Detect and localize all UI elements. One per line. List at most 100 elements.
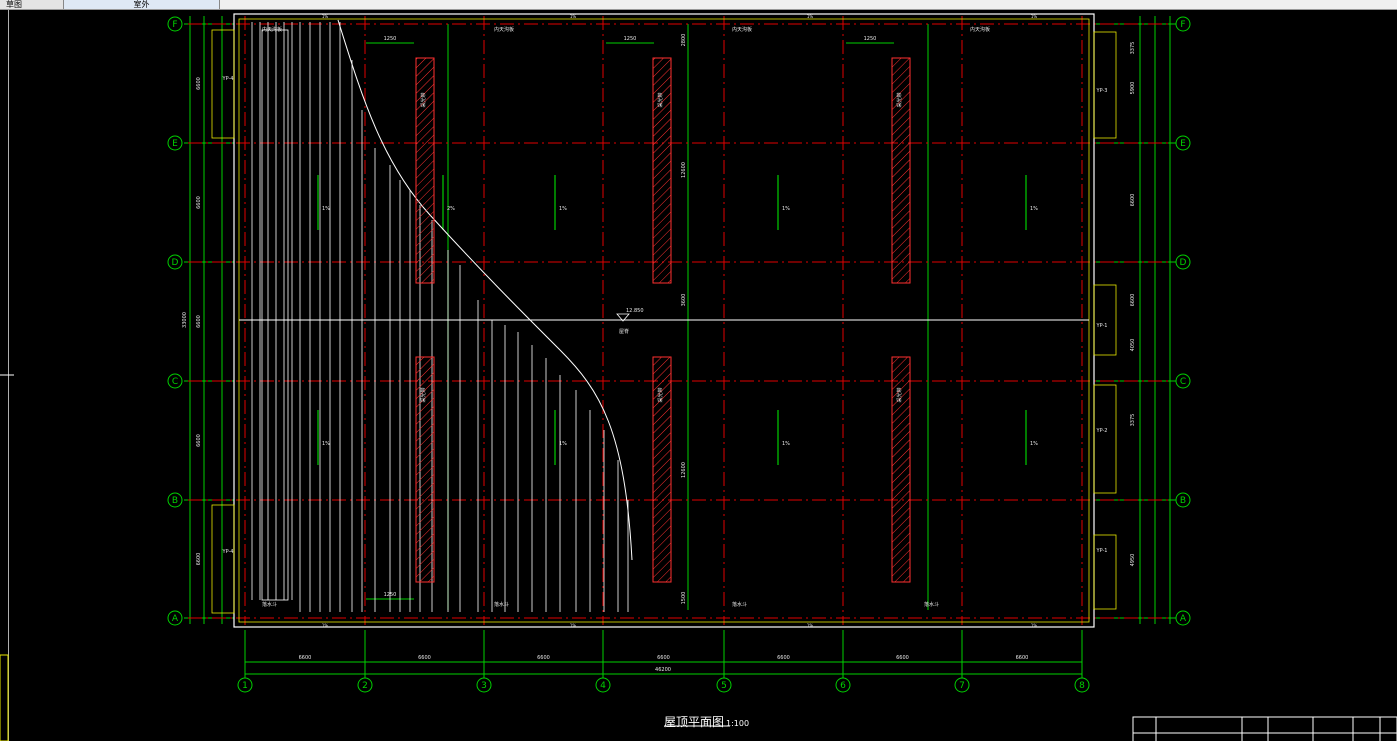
eave-slope-label: 1% (807, 623, 814, 628)
eave-slope-label: 1% (322, 14, 329, 19)
column-bubble-label: 1 (242, 681, 248, 691)
row-bubble-label: B (1180, 496, 1186, 506)
roof-sheet-lines (251, 19, 633, 612)
total-dim-label: 46200 (655, 667, 671, 673)
skylight-label: 采光带 (896, 92, 903, 107)
eave-slope-label: 1% (570, 623, 577, 628)
row-dim-label: 6600 (196, 434, 202, 447)
slope-label: 1% (1030, 441, 1038, 447)
slope-label: 1% (559, 441, 567, 447)
column-bubble-label: 6 (840, 681, 846, 691)
downpipe-tag: YP-4 (222, 549, 234, 555)
right-dim-label: 4050 (1130, 339, 1136, 352)
column-bubble-label: 5 (721, 681, 727, 691)
row-dim-label: 6600 (196, 315, 202, 328)
column-bubble-label: 7 (959, 681, 965, 691)
drawing-title: 屋顶平面图 1:100 (664, 713, 749, 730)
row-bubble-label: A (1180, 614, 1187, 624)
inner-dim-label: 3600 (681, 294, 687, 307)
gutter-outlet-box (211, 504, 235, 614)
left-rail-block (0, 654, 9, 741)
slope-label: 1% (782, 206, 790, 212)
downpipe-tag: YP-1 (1096, 548, 1108, 554)
cad-drawing-canvas[interactable]: 6600 6600 6600 6600 6600 6600 6600 46200 6600 660… (0, 0, 1397, 741)
skylight-rect (891, 57, 911, 284)
slope-label: 1% (322, 206, 330, 212)
skylight-label: 采光带 (896, 387, 903, 402)
skylight-strip (652, 57, 672, 284)
row-bubble-label: D (172, 258, 179, 268)
gutter-outlet-box (211, 29, 235, 139)
row-bubble-label: B (172, 496, 178, 506)
slope-label: 1% (322, 441, 330, 447)
gutter-outlet-box (1093, 384, 1117, 494)
inner-dim-label: 2800 (681, 34, 687, 47)
gutter-outlet-box (1093, 31, 1117, 139)
gutter-outlet-box (1093, 284, 1117, 356)
right-dim-label: 4950 (1130, 554, 1136, 567)
skylight-label: 采光带 (420, 92, 427, 107)
drawing-scale: 1:100 (726, 719, 750, 728)
right-dim-label: 6600 (1130, 194, 1136, 207)
skylight-dim-label: 1250 (384, 36, 397, 42)
skylight-dim-label: 1250 (864, 36, 877, 42)
eave-slope-label: 1% (1031, 623, 1038, 628)
eave-slope-label: 1% (1031, 14, 1038, 19)
bay-dim-label: 6600 (777, 655, 790, 661)
row-bubble-label: A (172, 614, 179, 624)
row-bubble-label: D (1180, 258, 1187, 268)
slope-label: 1% (782, 441, 790, 447)
grid-bubbles: 1 2 3 4 5 6 7 8 F F E E D D C C B B A A (167, 16, 1191, 693)
gutter-label: 内天沟板 (262, 26, 282, 33)
left-total-label: 33000 (182, 312, 188, 328)
skylight-dim-label: 1250 (384, 592, 397, 598)
column-bubble-label: 8 (1079, 681, 1085, 691)
row-bubble-label: F (172, 20, 177, 30)
bay-dim-label: 6600 (896, 655, 909, 661)
bay-dim-label: 6600 (299, 655, 312, 661)
skylight-rect (415, 57, 435, 284)
row-bubble-label: C (1180, 377, 1186, 387)
gutter-label: 落水斗 (732, 601, 747, 608)
skylight-dim-label: 1250 (624, 36, 637, 42)
gutter-label: 内天沟板 (732, 26, 752, 33)
right-dim-label: 6600 (1130, 294, 1136, 307)
row-bubble-label: E (1180, 139, 1186, 149)
skylight-label: 采光带 (420, 387, 427, 402)
inner-dim-label: 1500 (681, 592, 687, 605)
gutter-label: 内天沟板 (970, 26, 990, 33)
right-dim-label: 5900 (1130, 82, 1136, 95)
bay-dim-label: 6600 (418, 655, 431, 661)
downpipe-tag: YP-4 (222, 76, 234, 82)
ridge-label: 屋脊 (619, 328, 629, 335)
row-bubble-label: C (172, 377, 178, 387)
downpipe-tag: YP-1 (1096, 323, 1108, 329)
eave-slope-label: 1% (570, 14, 577, 19)
gutter-label: 落水斗 (924, 601, 939, 608)
dimension-lines (184, 16, 1176, 678)
skylight-label: 采光带 (657, 387, 664, 402)
right-dim-label: 3375 (1130, 414, 1136, 427)
bay-dim-label: 6600 (1016, 655, 1029, 661)
drawing-title-text: 屋顶平面图 (664, 715, 725, 729)
skylight-strip (415, 57, 435, 284)
inner-dim-label: 12600 (681, 162, 687, 178)
title-block-table (0, 374, 1397, 741)
gutter-label: 内天沟板 (494, 26, 514, 33)
gutter-outlet-box (1093, 534, 1117, 610)
skylight-strip (891, 57, 911, 284)
sheet-cut-curve (337, 19, 633, 561)
column-bubble-label: 3 (481, 681, 487, 691)
inner-dim-label: 12600 (681, 462, 687, 478)
downpipe-tag: YP-3 (1096, 88, 1108, 94)
slope-label: 1% (1030, 206, 1038, 212)
eave-slope-label: 1% (322, 623, 329, 628)
gutter-label: 落水斗 (262, 601, 277, 608)
title-block-frame (1132, 716, 1397, 741)
skylight-label: 采光带 (657, 92, 664, 107)
row-bubble-label: E (172, 139, 178, 149)
row-dim-label: 6600 (196, 553, 202, 566)
downpipe-tag: YP-2 (1096, 428, 1108, 434)
slope-label: 1% (559, 206, 567, 212)
row-dim-label: 6600 (196, 196, 202, 209)
